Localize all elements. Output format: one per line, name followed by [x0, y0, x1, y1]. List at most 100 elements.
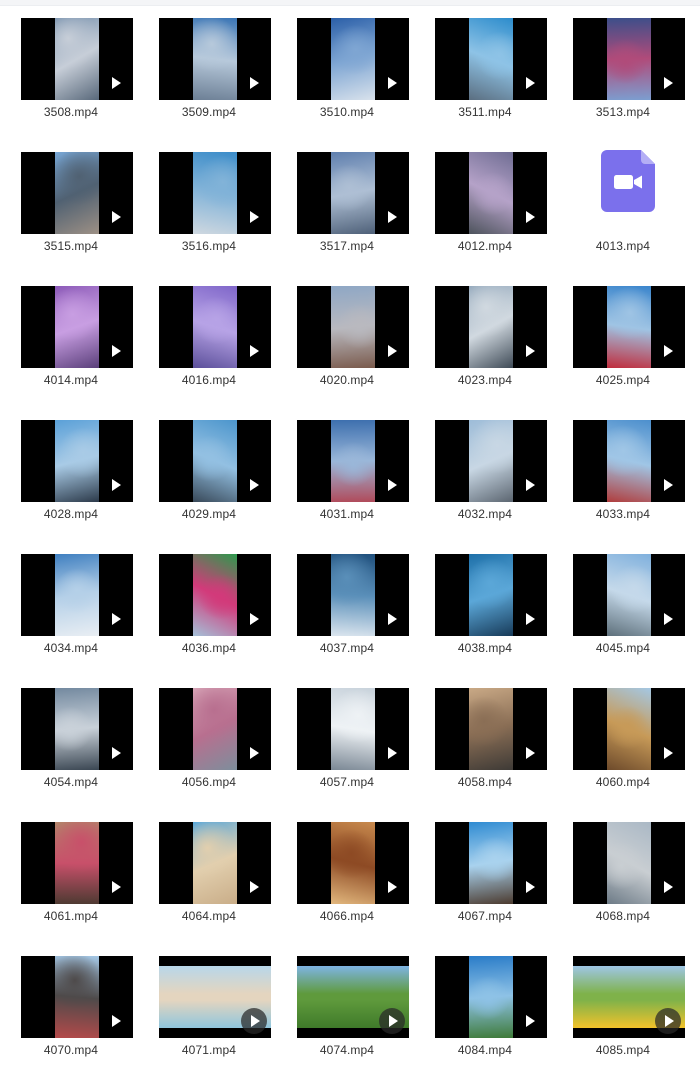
file-tile[interactable]: 4056.mp4	[140, 673, 278, 801]
video-thumbnail	[159, 18, 271, 100]
video-frame	[607, 554, 651, 636]
video-thumbnail	[435, 286, 547, 368]
video-thumbnail	[159, 554, 271, 636]
video-frame	[607, 420, 651, 502]
file-tile[interactable]: 3515.mp4	[2, 137, 140, 265]
file-name: 4061.mp4	[43, 909, 99, 923]
file-tile[interactable]: 4031.mp4	[278, 405, 416, 533]
file-tile[interactable]: 3517.mp4	[278, 137, 416, 265]
play-icon	[388, 211, 397, 223]
file-name: 4057.mp4	[319, 775, 375, 789]
play-icon	[250, 881, 259, 893]
play-icon	[112, 881, 121, 893]
video-frame	[55, 688, 99, 770]
video-frame	[55, 554, 99, 636]
video-frame	[193, 286, 237, 368]
video-frame	[193, 822, 237, 904]
play-icon	[112, 1015, 121, 1027]
video-thumbnail	[297, 286, 409, 368]
play-icon	[379, 1008, 405, 1034]
file-tile[interactable]: 4012.mp4	[416, 137, 554, 265]
video-thumbnail	[21, 152, 133, 234]
file-tile[interactable]: 4034.mp4	[2, 539, 140, 667]
file-tile[interactable]: 4016.mp4	[140, 271, 278, 399]
file-tile[interactable]: 4061.mp4	[2, 807, 140, 935]
file-name: 4067.mp4	[457, 909, 513, 923]
play-icon	[388, 77, 397, 89]
play-icon	[526, 747, 535, 759]
file-tile[interactable]: 4064.mp4	[140, 807, 278, 935]
file-tile[interactable]: 4020.mp4	[278, 271, 416, 399]
file-name: 4045.mp4	[595, 641, 651, 655]
file-name: 4020.mp4	[319, 373, 375, 387]
play-icon	[388, 345, 397, 357]
video-thumbnail	[573, 822, 685, 904]
play-icon	[241, 1008, 267, 1034]
video-frame	[331, 420, 375, 502]
file-name: 4012.mp4	[457, 239, 513, 253]
file-tile[interactable]: 3511.mp4	[416, 3, 554, 131]
video-frame	[193, 420, 237, 502]
video-frame	[193, 152, 237, 234]
file-tile[interactable]: 4023.mp4	[416, 271, 554, 399]
file-tile[interactable]: 3516.mp4	[140, 137, 278, 265]
file-tile[interactable]: 3510.mp4	[278, 3, 416, 131]
file-tile[interactable]: 4028.mp4	[2, 405, 140, 533]
video-frame	[469, 18, 513, 100]
file-tile[interactable]: 4067.mp4	[416, 807, 554, 935]
file-tile[interactable]: 4032.mp4	[416, 405, 554, 533]
file-tile[interactable]: 4070.mp4	[2, 941, 140, 1069]
file-name: 3510.mp4	[319, 105, 375, 119]
video-thumbnail	[297, 688, 409, 770]
video-frame	[193, 554, 237, 636]
play-icon	[526, 345, 535, 357]
file-tile[interactable]: 4085.mp4	[554, 941, 692, 1069]
file-tile[interactable]: 3508.mp4	[2, 3, 140, 131]
video-thumbnail	[435, 554, 547, 636]
play-icon	[250, 345, 259, 357]
file-tile[interactable]: 4058.mp4	[416, 673, 554, 801]
file-name: 3515.mp4	[43, 239, 99, 253]
file-name: 4085.mp4	[595, 1043, 651, 1057]
file-name: 4034.mp4	[43, 641, 99, 655]
play-icon	[388, 479, 397, 491]
play-icon	[388, 613, 397, 625]
video-frame	[607, 688, 651, 770]
file-tile[interactable]: 4057.mp4	[278, 673, 416, 801]
video-thumbnail	[435, 822, 547, 904]
file-tile[interactable]: 4037.mp4	[278, 539, 416, 667]
file-tile[interactable]: 4013.mp4	[554, 137, 692, 265]
play-icon	[112, 211, 121, 223]
play-icon	[112, 345, 121, 357]
file-name: 3517.mp4	[319, 239, 375, 253]
file-tile[interactable]: 4036.mp4	[140, 539, 278, 667]
play-icon	[112, 77, 121, 89]
video-frame	[331, 688, 375, 770]
file-tile[interactable]: 4025.mp4	[554, 271, 692, 399]
file-tile[interactable]: 4060.mp4	[554, 673, 692, 801]
file-name: 4029.mp4	[181, 507, 237, 521]
file-tile[interactable]: 4054.mp4	[2, 673, 140, 801]
video-frame	[331, 152, 375, 234]
file-tile[interactable]: 4068.mp4	[554, 807, 692, 935]
file-tile[interactable]: 4038.mp4	[416, 539, 554, 667]
video-frame	[469, 822, 513, 904]
file-tile[interactable]: 4074.mp4	[278, 941, 416, 1069]
file-tile[interactable]: 3509.mp4	[140, 3, 278, 131]
file-tile[interactable]: 4045.mp4	[554, 539, 692, 667]
play-icon	[526, 77, 535, 89]
file-tile[interactable]: 4033.mp4	[554, 405, 692, 533]
video-frame	[607, 286, 651, 368]
play-icon	[112, 479, 121, 491]
file-tile[interactable]: 4029.mp4	[140, 405, 278, 533]
file-tile[interactable]: 4071.mp4	[140, 941, 278, 1069]
file-tile[interactable]: 4084.mp4	[416, 941, 554, 1069]
video-thumbnail	[21, 554, 133, 636]
video-thumbnail	[297, 554, 409, 636]
file-tile[interactable]: 3513.mp4	[554, 3, 692, 131]
file-name: 3509.mp4	[181, 105, 237, 119]
play-icon	[250, 211, 259, 223]
video-thumbnail	[573, 554, 685, 636]
file-tile[interactable]: 4066.mp4	[278, 807, 416, 935]
file-tile[interactable]: 4014.mp4	[2, 271, 140, 399]
